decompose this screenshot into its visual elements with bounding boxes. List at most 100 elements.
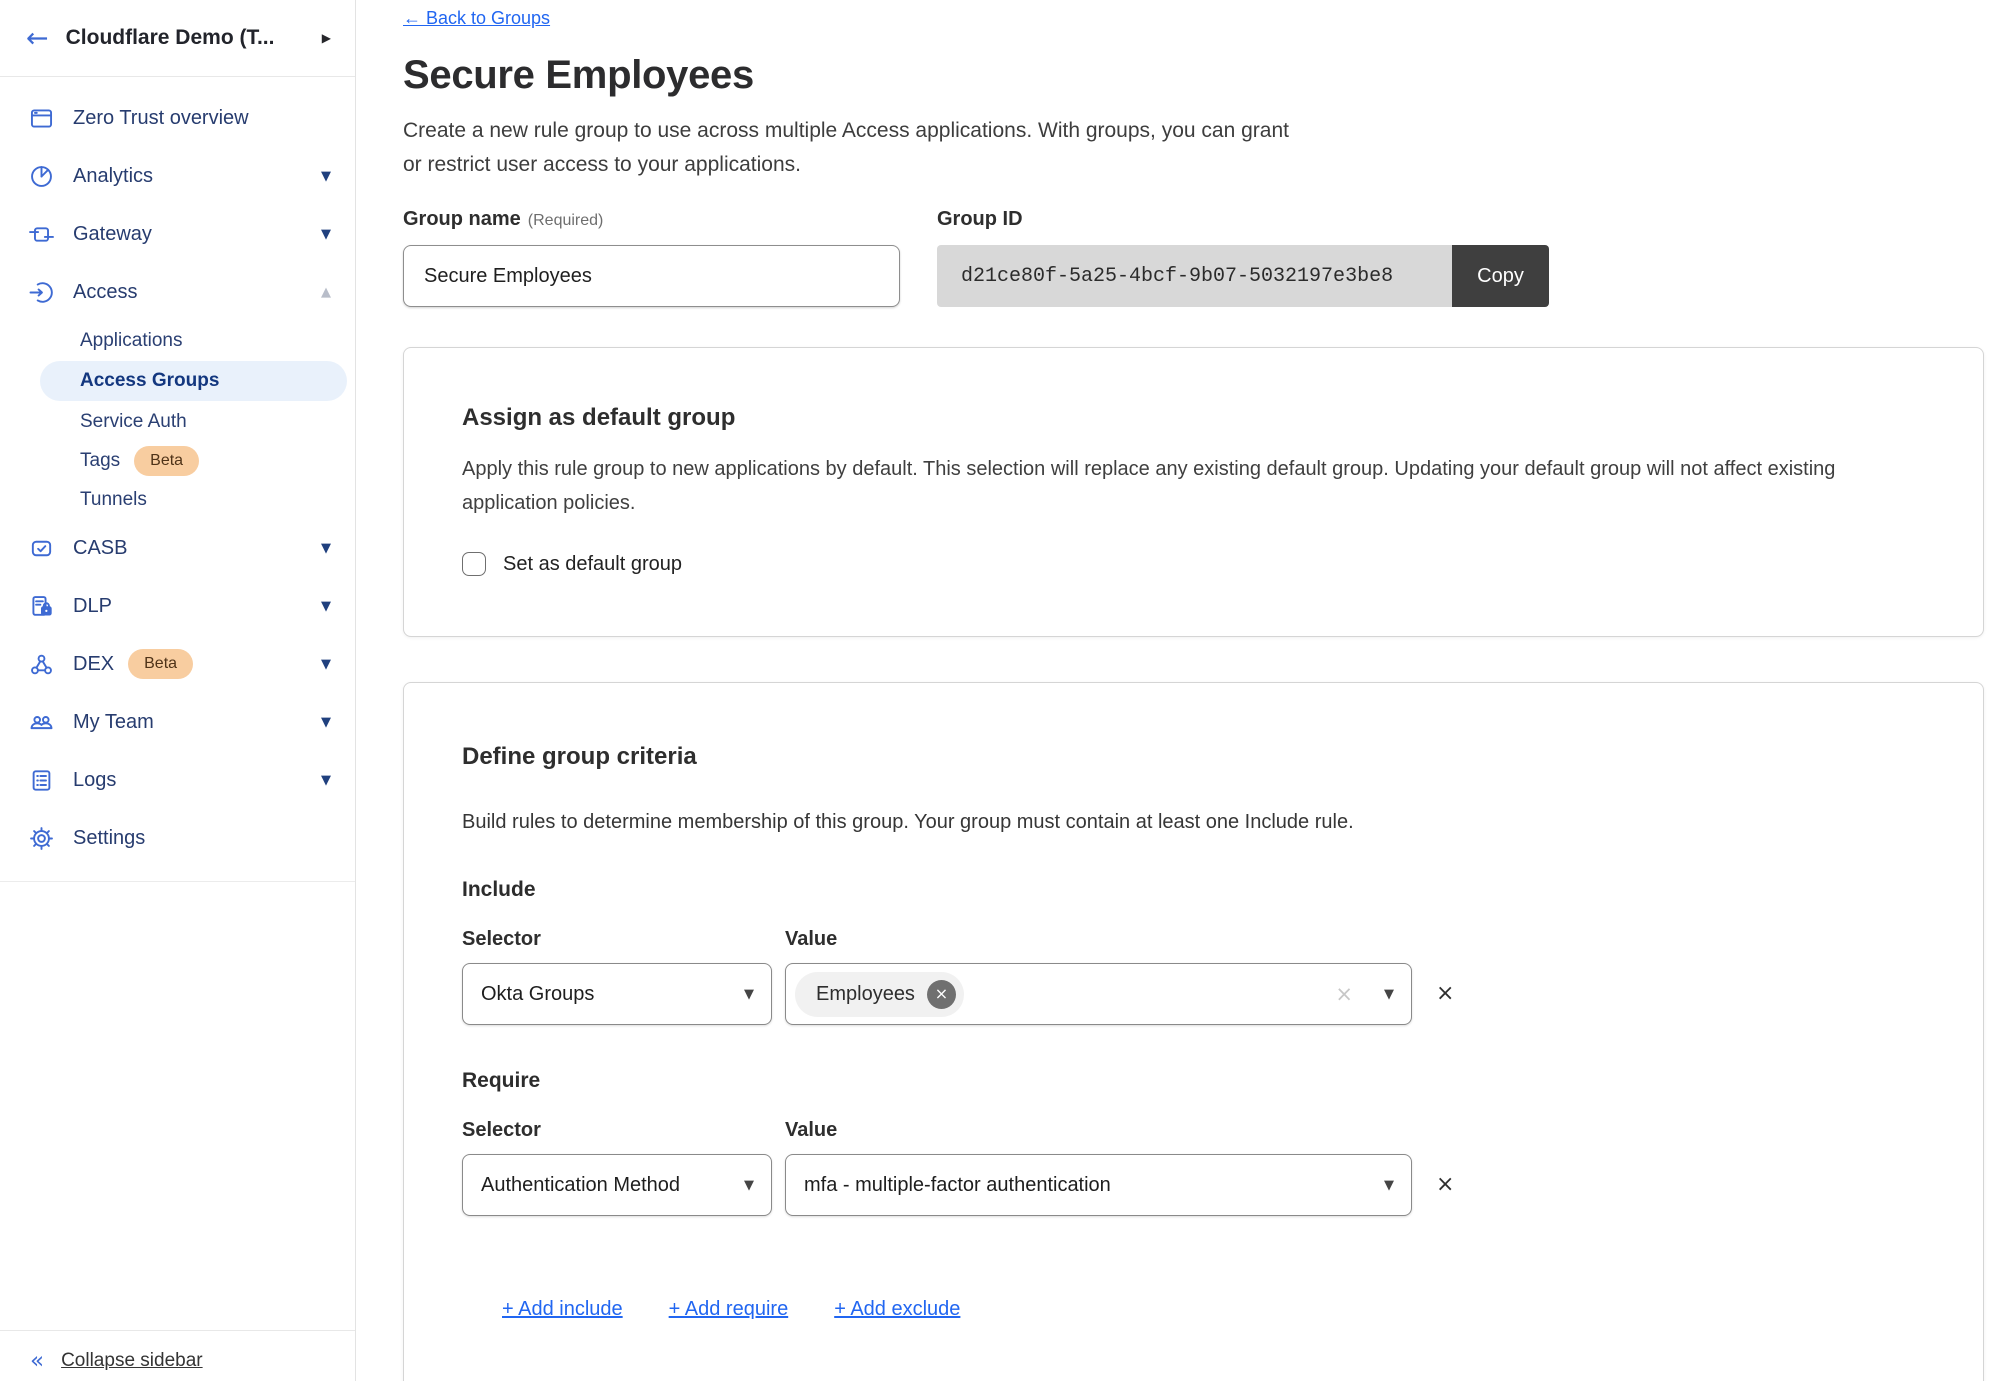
chevron-up-icon: ▲ xyxy=(321,286,331,299)
window-icon xyxy=(28,105,55,132)
sidebar-item-label: DLP xyxy=(73,595,112,618)
chevron-down-icon: ▼ xyxy=(321,170,331,183)
include-labels-row: Selector Value xyxy=(462,928,1923,951)
sidebar-item-my-team[interactable]: My Team ▼ xyxy=(0,693,355,751)
sidebar-item-casb[interactable]: CASB ▼ xyxy=(0,519,355,577)
default-group-checkbox[interactable] xyxy=(462,552,486,576)
group-name-label: Group name xyxy=(403,208,521,230)
sidebar-nav: Zero Trust overview Analytics ▼ Gateway … xyxy=(0,77,355,882)
set-default-group-row: Set as default group xyxy=(462,552,1923,576)
sidebar-item-applications[interactable]: Applications xyxy=(0,321,355,360)
chevron-down-icon: ▼ xyxy=(1384,988,1394,1001)
require-value-dropdown[interactable]: mfa - multiple-factor authentication ▼ xyxy=(785,1154,1412,1216)
include-value-multiselect[interactable]: Employees × × ▼ xyxy=(785,963,1412,1025)
value-tag: Employees × xyxy=(795,972,964,1017)
sidebar-item-label: DEX xyxy=(73,653,114,676)
sidebar-item-settings[interactable]: Settings xyxy=(0,809,355,867)
default-group-checkbox-label: Set as default group xyxy=(503,553,682,576)
sidebar-item-dlp[interactable]: DLP ▼ xyxy=(0,577,355,635)
sidebar-item-gateway[interactable]: Gateway ▼ xyxy=(0,205,355,263)
sidebar-item-label: Service Auth xyxy=(80,411,187,433)
require-rule-row: Authentication Method ▼ mfa - multiple-f… xyxy=(462,1154,1923,1216)
include-selector-label: Selector xyxy=(462,928,785,951)
back-to-groups-link[interactable]: ← Back to Groups xyxy=(403,8,550,29)
add-exclude-link[interactable]: + Add exclude xyxy=(834,1298,960,1321)
people-icon xyxy=(28,709,55,736)
group-name-id-row: Group name (Required) Group ID d21ce80f-5… xyxy=(403,208,1999,307)
sidebar-item-label: Zero Trust overview xyxy=(73,107,249,130)
rule-actions-row: + Add include + Add require + Add exclud… xyxy=(502,1298,1923,1321)
require-selector-value: Authentication Method xyxy=(481,1174,680,1197)
remove-require-rule-icon[interactable]: × xyxy=(1436,1174,1454,1196)
sidebar-item-label: Gateway xyxy=(73,223,152,246)
caret-right-icon: ▶ xyxy=(322,32,331,44)
chevron-down-icon: ▼ xyxy=(1384,1179,1394,1192)
list-icon xyxy=(28,767,55,794)
group-name-field-group: Group name (Required) xyxy=(403,208,900,307)
network-nodes-icon xyxy=(28,651,55,678)
default-group-description-line: application policies. xyxy=(462,486,1923,520)
add-include-link[interactable]: + Add include xyxy=(502,1298,623,1321)
sidebar-item-service-auth[interactable]: Service Auth xyxy=(0,402,355,441)
casb-check-icon xyxy=(28,535,55,562)
default-group-card-description: Apply this rule group to new application… xyxy=(462,452,1923,520)
criteria-card: Define group criteria Build rules to det… xyxy=(403,682,1984,1381)
sidebar-item-label: Logs xyxy=(73,769,116,792)
require-value: mfa - multiple-factor authentication xyxy=(804,1174,1111,1197)
multiselect-controls: × ▼ xyxy=(1335,984,1394,1005)
sidebar-item-zero-trust-overview[interactable]: Zero Trust overview xyxy=(0,89,355,147)
include-selector-value: Okta Groups xyxy=(481,983,594,1006)
app-root: ← Cloudflare Demo (T... ▶ Zero Trust ove… xyxy=(0,0,1999,1381)
sidebar-item-label: Tags xyxy=(80,450,120,472)
group-id-label: Group ID xyxy=(937,208,1549,231)
sidebar-item-label: Settings xyxy=(73,827,145,850)
main-content: ← Back to Groups Secure Employees Create… xyxy=(356,0,1999,1381)
default-group-card-title: Assign as default group xyxy=(462,404,1923,432)
group-name-input[interactable] xyxy=(403,245,900,307)
collapse-sidebar-icon: « xyxy=(30,1350,44,1373)
required-hint: (Required) xyxy=(528,212,604,229)
require-value-label: Value xyxy=(785,1119,837,1142)
collapse-sidebar-button[interactable]: « Collapse sidebar xyxy=(0,1330,355,1381)
document-lock-icon xyxy=(28,593,55,620)
sidebar-item-label: CASB xyxy=(73,537,127,560)
sidebar-item-label: My Team xyxy=(73,711,154,734)
chevron-down-icon: ▼ xyxy=(321,774,331,787)
chevron-down-icon: ▼ xyxy=(321,228,331,241)
remove-tag-icon[interactable]: × xyxy=(927,980,956,1009)
account-switcher[interactable]: ← Cloudflare Demo (T... ▶ xyxy=(0,0,355,77)
sidebar-item-tags[interactable]: Tags Beta xyxy=(0,441,355,480)
group-id-field-group: Group ID d21ce80f-5a25-4bcf-9b07-5032197… xyxy=(937,208,1549,307)
page-title: Secure Employees xyxy=(403,53,1999,98)
sidebar-item-access-groups[interactable]: Access Groups xyxy=(40,361,347,401)
sidebar-item-analytics[interactable]: Analytics ▼ xyxy=(0,147,355,205)
criteria-card-description: Build rules to determine membership of t… xyxy=(462,811,1923,834)
group-name-label-row: Group name (Required) xyxy=(403,208,900,231)
sidebar-item-label: Access Groups xyxy=(80,370,219,392)
include-selector-dropdown[interactable]: Okta Groups ▼ xyxy=(462,963,772,1025)
sidebar: ← Cloudflare Demo (T... ▶ Zero Trust ove… xyxy=(0,0,356,1381)
page-description-line: Create a new rule group to use across mu… xyxy=(403,114,1999,148)
beta-badge: Beta xyxy=(128,649,193,679)
require-selector-dropdown[interactable]: Authentication Method ▼ xyxy=(462,1154,772,1216)
sidebar-item-tunnels[interactable]: Tunnels xyxy=(0,480,355,519)
group-id-row: d21ce80f-5a25-4bcf-9b07-5032197e3be8 Cop… xyxy=(937,245,1549,307)
copy-button[interactable]: Copy xyxy=(1452,245,1549,307)
sidebar-item-label: Tunnels xyxy=(80,489,147,511)
require-selector-label: Selector xyxy=(462,1119,785,1142)
include-value-label: Value xyxy=(785,928,837,951)
sidebar-item-logs[interactable]: Logs ▼ xyxy=(0,751,355,809)
criteria-card-title: Define group criteria xyxy=(462,743,1923,771)
add-require-link[interactable]: + Add require xyxy=(669,1298,789,1321)
page-description: Create a new rule group to use across mu… xyxy=(403,114,1999,182)
value-tag-label: Employees xyxy=(816,983,915,1006)
back-arrow-icon[interactable]: ← xyxy=(26,25,49,52)
sidebar-item-dex[interactable]: DEX Beta ▼ xyxy=(0,635,355,693)
collapse-sidebar-label: Collapse sidebar xyxy=(61,1350,203,1372)
chevron-down-icon: ▼ xyxy=(744,1179,754,1192)
page-description-line: or restrict user access to your applicat… xyxy=(403,148,1999,182)
sidebar-item-access[interactable]: Access ▲ xyxy=(0,263,355,321)
clear-values-icon[interactable]: × xyxy=(1335,984,1353,1005)
sidebar-item-label: Access xyxy=(73,281,137,304)
remove-include-rule-icon[interactable]: × xyxy=(1436,983,1454,1005)
